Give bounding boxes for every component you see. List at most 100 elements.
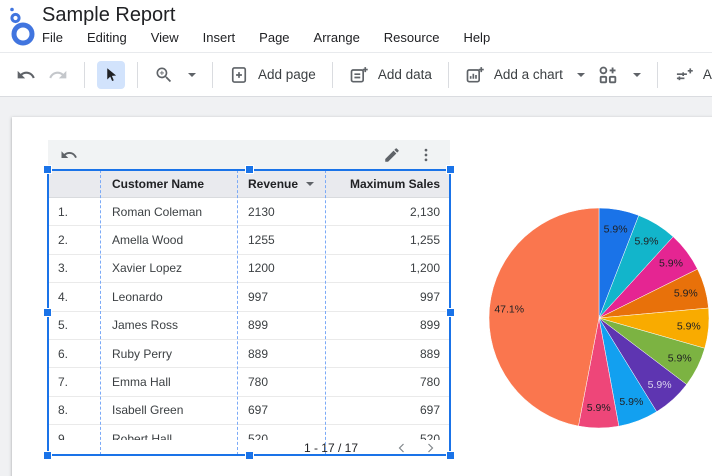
table-cell-customer-name: Emma Hall [112,375,171,390]
table-row: 8. Isabell Green 697 697 [48,397,450,426]
pie-chart[interactable]: 5.9% 5.9% 5.9% 5.9% 5.9% 5.9% 5.9% 5.9% 5.9% 47.1… [487,206,711,430]
resize-handle[interactable] [447,309,454,316]
undo-button[interactable] [12,61,40,89]
table-row: 9. Robert Hall 520 520 [48,425,450,440]
chevron-left-icon [398,443,404,452]
menu-item-help[interactable]: Help [463,30,490,45]
table-row: 7. Emma Hall 780 780 [48,368,450,397]
pie-slice-label: 5.9% [635,235,659,247]
redo-button[interactable] [44,61,72,89]
more-options-button[interactable] [417,146,435,164]
table-cell-customer-name: Ruby Perry [112,346,173,361]
table-cell-index: 1. [58,204,69,219]
menu-item-file[interactable]: File [42,30,63,45]
table-row: 3. Xavier Lopez 1200 1,200 [48,255,450,284]
add-control-icon [676,67,693,80]
column-divider[interactable] [325,170,326,455]
table-row: 2. Amella Wood 1255 1,255 [48,226,450,255]
toolbar: Add page Add data Add a chart A [0,52,712,97]
add-data-icon [350,66,368,82]
resize-handle[interactable] [44,166,51,173]
zoom-tool-button[interactable] [150,65,200,85]
table-cell-index: 3. [58,261,69,276]
data-studio-logo-icon [10,7,35,46]
resize-handle[interactable] [447,166,454,173]
table-row: 6. Ruby Perry 889 889 [48,340,450,369]
resize-handle[interactable] [44,309,51,316]
pie-slice[interactable] [488,207,600,427]
menu-item-resource[interactable]: Resource [384,30,440,45]
chevron-down-icon [188,72,196,77]
column-divider[interactable] [237,170,238,455]
community-visualizations-button[interactable] [593,64,645,86]
pie-chart-svg: 5.9%5.9%5.9%5.9%5.9%5.9%5.9%5.9%5.9%47.1… [488,207,710,429]
table-cell-maximum-sales: 1,200 [409,261,440,276]
pie-slice-label: 5.9% [648,379,672,391]
table-cell-revenue: 697 [248,403,269,418]
menu-item-editing[interactable]: Editing [87,30,127,45]
toolbar-separator [212,61,213,88]
add-page-button[interactable]: Add page [225,65,320,85]
table-cell-customer-name: Isabell Green [112,403,184,418]
toolbar-separator [331,61,333,88]
sort-caret-icon [306,181,315,186]
add-page-icon [231,66,247,83]
table-cell-maximum-sales: 889 [419,346,440,361]
table-cell-customer-name: Roman Coleman [112,204,203,219]
table-cell-revenue: 2130 [248,204,275,219]
resize-handle[interactable] [245,452,253,459]
chevron-right-icon [428,443,434,452]
add-chart-label: Add a chart [493,67,563,82]
table-cell-revenue: 997 [248,289,269,304]
report-title[interactable]: Sample Report [42,4,175,27]
menu-item-arrange[interactable]: Arrange [314,30,360,45]
zoom-in-icon [156,67,172,82]
table-cell-revenue: 1255 [248,233,275,248]
add-data-button[interactable]: Add data [345,65,436,85]
table-header-row: Customer Name Revenue Maximum Sales [48,170,450,198]
looker-studio-window: Sample Report File Editing View Insert Page A… [0,0,712,476]
pie-slice-label: 5.9% [674,287,698,299]
pagination-range: 1 - 17 / 17 [303,440,358,455]
report-canvas: Customer Name Revenue Maximum Sales 1. Ro… [0,97,712,476]
cursor-arrow-icon [107,67,117,81]
pagination-prev-button[interactable] [396,442,408,454]
add-control-button[interactable]: Add a control [670,65,712,85]
pie-slice-label: 5.9% [668,352,692,364]
select-tool-button[interactable] [97,60,125,89]
menubar: File Editing View Insert Page Arrange Resource… [42,30,490,45]
toolbar-separator [447,61,449,88]
menu-item-insert[interactable]: Insert [203,30,236,45]
menu-item-view[interactable]: View [151,30,179,45]
pie-slice-label: 5.9% [619,396,643,408]
table-header-customer-name[interactable]: Customer Name [100,177,237,191]
table-cell-index: 9. [58,431,69,440]
menu-item-page[interactable]: Page [259,30,289,45]
resize-handle[interactable] [44,452,51,459]
chevron-down-icon [576,72,585,77]
table-header-revenue[interactable]: Revenue [237,177,325,191]
table-cell-customer-name: Robert Hall [112,431,173,440]
pie-slice-label: 5.9% [587,402,611,414]
edit-pencil-button[interactable] [383,146,401,164]
table-cell-index: 2. [58,233,69,248]
app-header: Sample Report File Editing View Insert Page A… [0,0,712,52]
pie-slice-label: 5.9% [677,321,701,333]
data-table-chart[interactable]: Customer Name Revenue Maximum Sales 1. Ro… [44,166,454,459]
table-cell-revenue: 899 [248,318,269,333]
table-cell-index: 5. [58,318,69,333]
chart-reset-button[interactable] [60,146,78,164]
add-page-label: Add page [258,67,316,82]
add-chart-button[interactable]: Add a chart [461,65,589,85]
report-page[interactable]: Customer Name Revenue Maximum Sales 1. Ro… [12,117,712,476]
table-row: 4. Leonardo 997 997 [48,283,450,312]
resize-handle[interactable] [245,166,253,173]
pagination-next-button[interactable] [424,442,436,454]
resize-handle[interactable] [447,452,454,459]
table-cell-revenue: 520 [248,431,269,440]
table-cell-revenue: 780 [248,375,269,390]
table-cell-maximum-sales: 997 [419,289,440,304]
column-divider[interactable] [100,170,101,455]
table-cell-maximum-sales: 780 [419,375,440,390]
table-header-maximum-sales[interactable]: Maximum Sales [325,177,450,191]
